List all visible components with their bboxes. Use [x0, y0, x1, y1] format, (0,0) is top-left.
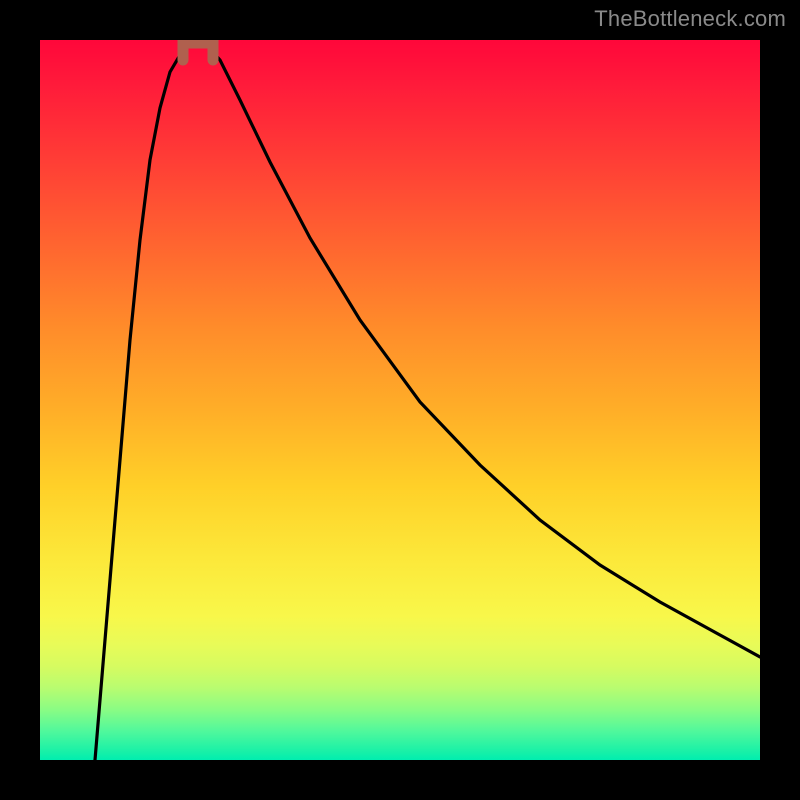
curve-left-branch [95, 50, 185, 760]
plot-area [40, 40, 760, 760]
chart-frame: TheBottleneck.com [0, 0, 800, 800]
curve-svg [40, 40, 760, 760]
optimal-point-marker [183, 40, 213, 60]
curve-right-branch [211, 50, 760, 657]
watermark-text: TheBottleneck.com [594, 6, 786, 32]
